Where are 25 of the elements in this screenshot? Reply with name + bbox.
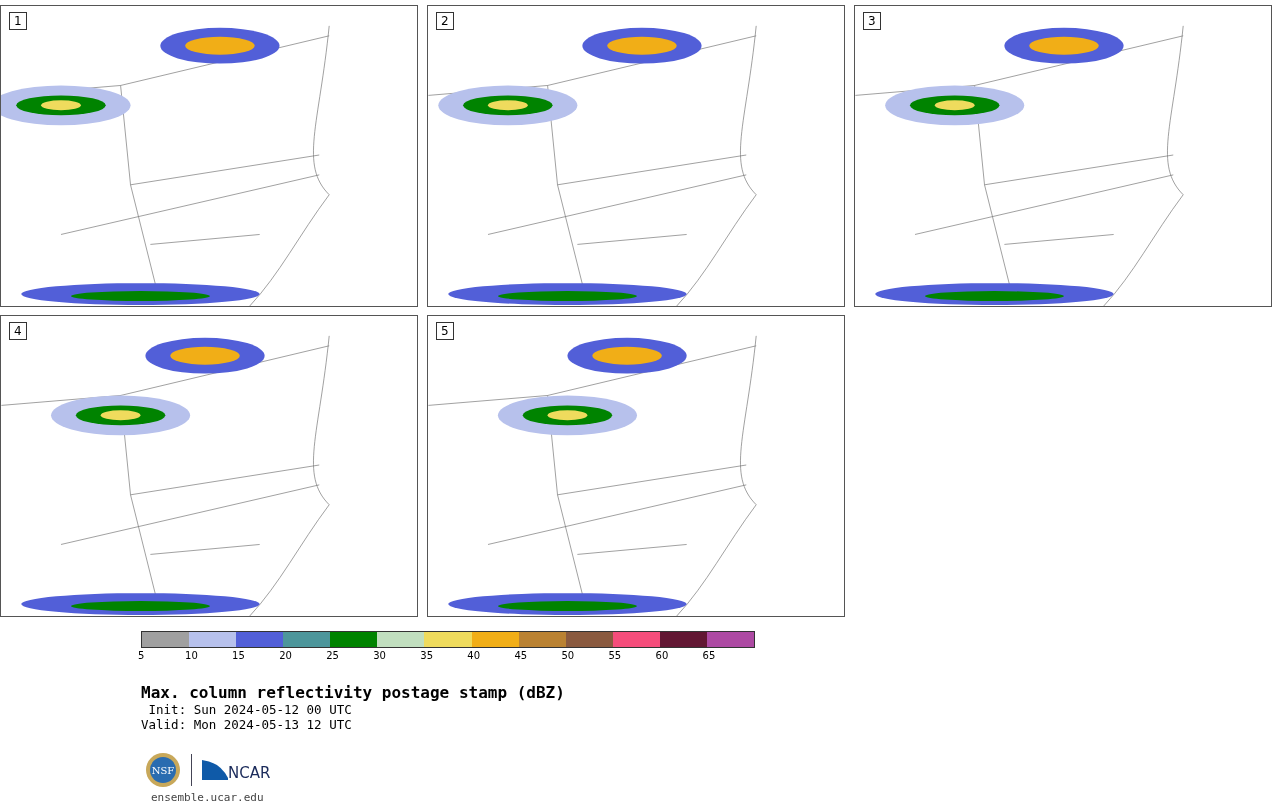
tick-label: 60 — [655, 650, 670, 661]
tick-label: 15 — [232, 650, 246, 661]
chart-title: Max. column reflectivity postage stamp (dBZ) — [141, 683, 566, 702]
tick-label: 40 — [467, 650, 482, 661]
swoosh-icon — [202, 760, 228, 780]
tick-label: 65 — [702, 650, 717, 661]
tick-label: 5 — [138, 650, 146, 661]
panel-number: 5 — [436, 322, 454, 340]
tick-label: 35 — [420, 650, 434, 661]
panel-number: 3 — [863, 12, 881, 30]
tick-label: 30 — [373, 650, 387, 661]
panel-number: 1 — [9, 12, 27, 30]
tick-label: 50 — [561, 650, 576, 661]
tick-label: 25 — [326, 650, 340, 661]
panel-number: 2 — [436, 12, 454, 30]
valid-time-text: Valid: Mon 2024-05-13 12 UTC — [141, 717, 353, 732]
logo-text: NCAR — [228, 764, 271, 782]
site-url: ensemble.ucar.edu — [151, 791, 265, 804]
tick-label: 45 — [514, 650, 529, 661]
panel-number: 4 — [9, 322, 27, 340]
tick-label: 55 — [608, 650, 623, 661]
tick-label: 20 — [279, 650, 293, 661]
init-time-text: Init: Sun 2024-05-12 00 UTC — [147, 702, 353, 717]
tick-label: 10 — [185, 650, 199, 661]
globe-seal-icon: NSF — [145, 752, 181, 788]
